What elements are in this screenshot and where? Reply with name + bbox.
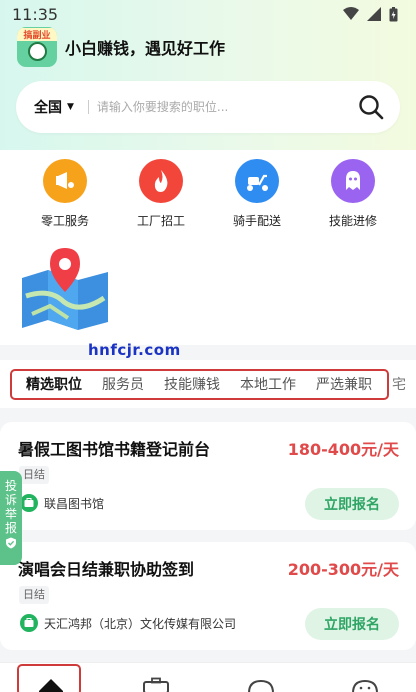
- search-input[interactable]: [96, 100, 327, 114]
- search-divider: [87, 100, 89, 114]
- search-icon[interactable]: [358, 94, 384, 120]
- profile-icon[interactable]: [350, 677, 380, 692]
- job-tag: 日结: [19, 466, 49, 484]
- triangle-down-icon: ▼: [67, 102, 74, 112]
- briefcase-nav-icon[interactable]: [141, 677, 171, 692]
- company-info: 联昌图书馆: [20, 494, 104, 512]
- city-selector[interactable]: 全国 ▼: [34, 97, 74, 117]
- map-location-icon[interactable]: [20, 244, 110, 330]
- job-card[interactable]: 暑假工图书馆书籍登记前台 180-400元/天 日结 联昌图书馆 立即报名: [0, 422, 416, 530]
- company-info: 天汇鸿邦（北京）文化传媒有限公司: [20, 614, 236, 632]
- category-odd-jobs[interactable]: 零工服务: [20, 159, 110, 229]
- job-salary: 180-400元/天: [287, 440, 399, 459]
- flame-icon: [139, 159, 183, 203]
- message-icon[interactable]: [246, 677, 276, 692]
- job-salary: 200-300元/天: [287, 560, 399, 579]
- apply-button[interactable]: 立即报名: [305, 488, 399, 520]
- app-slogan: 小白赚钱，遇见好工作: [65, 39, 226, 58]
- category-label: 工厂招工: [136, 214, 185, 228]
- briefcase-icon: [20, 494, 38, 512]
- category-rider[interactable]: 骑手配送: [212, 159, 302, 229]
- briefcase-icon: [20, 614, 38, 632]
- watermark-text: hnfcjr.com: [88, 341, 181, 359]
- logo-text: 搞副业: [17, 28, 57, 41]
- tab-parttime[interactable]: 严选兼职: [316, 374, 372, 394]
- report-label: 投诉举报: [4, 479, 17, 535]
- job-tabs: 精选职位 服务员 技能赚钱 本地工作 严选兼职 宅: [0, 360, 416, 408]
- category-skills[interactable]: 技能进修: [308, 159, 398, 229]
- signal-icon: [367, 7, 381, 21]
- city-label: 全国: [34, 100, 62, 116]
- tab-local[interactable]: 本地工作: [240, 374, 296, 394]
- category-label: 技能进修: [328, 214, 377, 228]
- shield-icon: [6, 537, 16, 549]
- app-logo: 搞副业: [17, 27, 57, 67]
- status-time: 11:35: [12, 5, 59, 24]
- bottom-nav: [0, 662, 416, 692]
- status-bar: 11:35: [0, 0, 416, 28]
- job-card[interactable]: 演唱会日结兼职协助签到 200-300元/天 日结 天汇鸿邦（北京）文化传媒有限…: [0, 542, 416, 650]
- home-icon[interactable]: [36, 677, 66, 692]
- report-button[interactable]: 投诉举报: [0, 471, 22, 565]
- category-label: 骑手配送: [232, 214, 281, 228]
- company-name: 联昌图书馆: [44, 496, 105, 511]
- battery-icon: [389, 6, 398, 21]
- megaphone-icon: [43, 159, 87, 203]
- tab-skills[interactable]: 技能赚钱: [164, 374, 220, 394]
- job-tag: 日结: [19, 586, 49, 604]
- tab-waiter[interactable]: 服务员: [102, 374, 144, 394]
- category-factory[interactable]: 工厂招工: [116, 159, 206, 229]
- brand-header: 搞副业 小白赚钱，遇见好工作: [17, 27, 225, 67]
- wifi-icon: [343, 7, 359, 20]
- category-label: 零工服务: [40, 214, 89, 228]
- scooter-icon: [235, 159, 279, 203]
- job-title: 演唱会日结兼职协助签到: [18, 560, 195, 579]
- company-name: 天汇鸿邦（北京）文化传媒有限公司: [44, 616, 237, 631]
- apply-button[interactable]: 立即报名: [305, 608, 399, 640]
- job-title: 暑假工图书馆书籍登记前台: [18, 440, 211, 459]
- tab-featured[interactable]: 精选职位: [26, 374, 82, 394]
- tab-home-work[interactable]: 宅: [392, 374, 406, 394]
- category-panel: 零工服务 工厂招工 骑手配送 技能进修: [0, 150, 416, 345]
- search-bar: 全国 ▼: [16, 81, 400, 133]
- ghost-icon: [331, 159, 375, 203]
